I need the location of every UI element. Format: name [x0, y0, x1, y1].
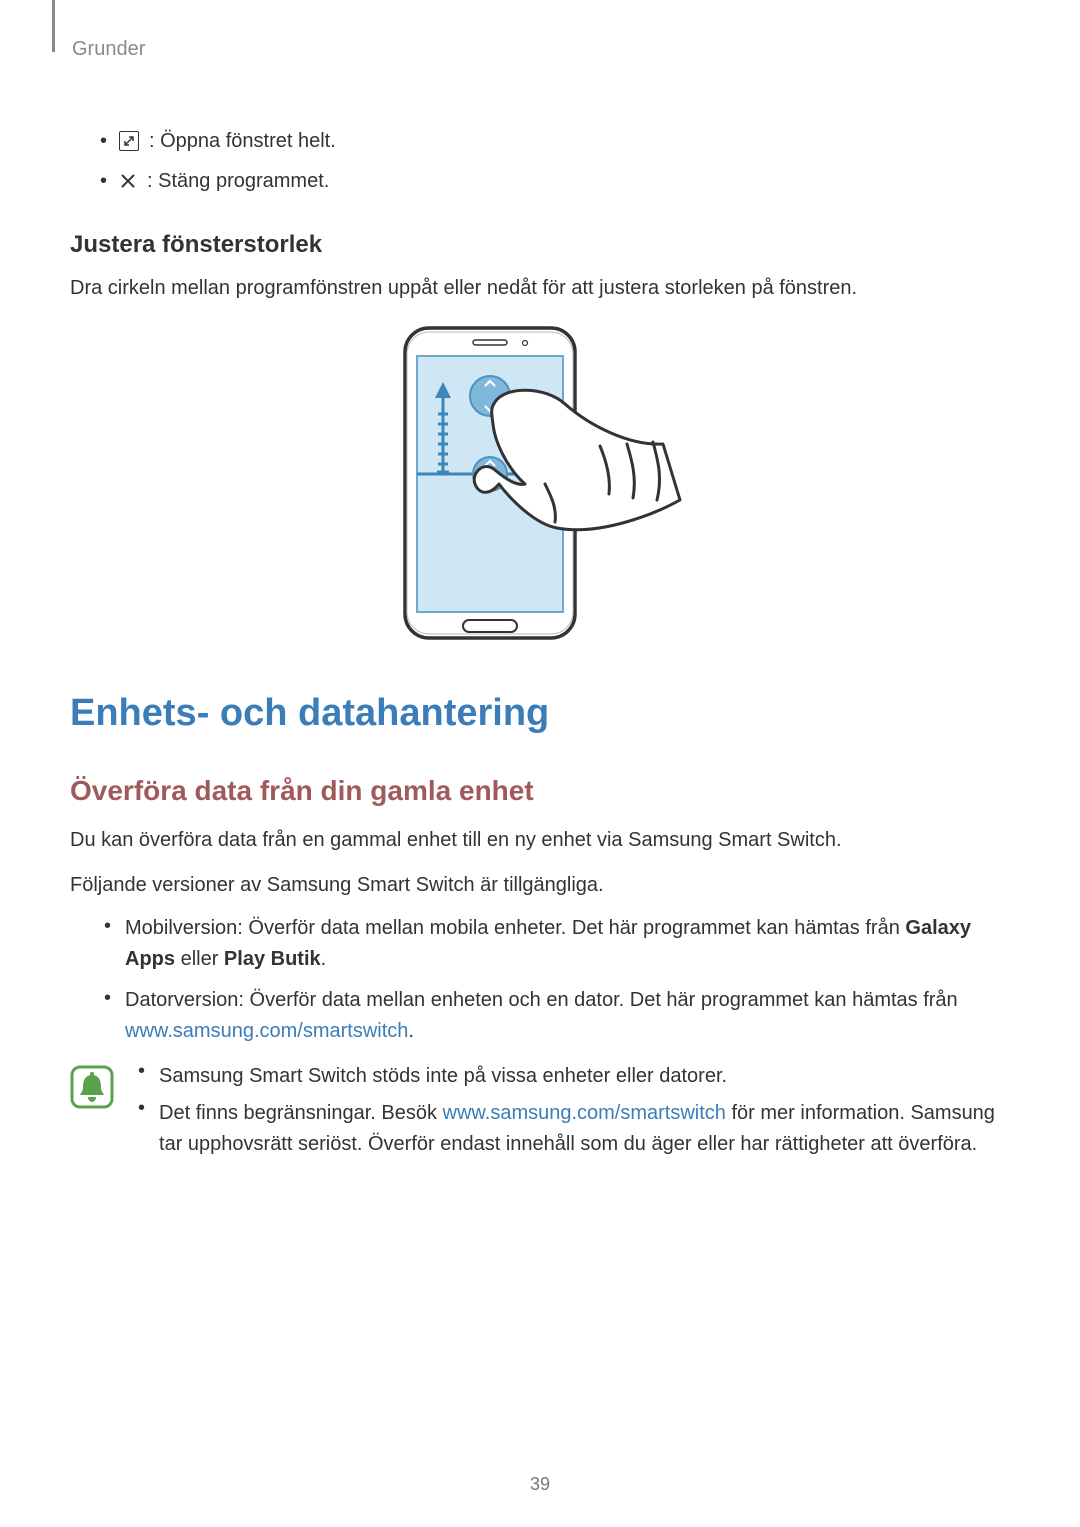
- note-bell-icon: [70, 1065, 114, 1109]
- text: .: [408, 1020, 414, 1042]
- header-accent: [52, 0, 55, 52]
- section2-p1: Du kan överföra data från en gammal enhe…: [70, 825, 1010, 856]
- note-text: Samsung Smart Switch stöds inte på vissa…: [159, 1061, 727, 1092]
- text: eller: [175, 948, 224, 970]
- close-icon-desc: : Stäng programmet.: [147, 161, 329, 201]
- bullet-dot: •: [104, 988, 111, 1047]
- smartswitch-link[interactable]: www.samsung.com/smartswitch: [125, 1020, 408, 1042]
- icon-legend-expand: • : Öppna fönstret helt.: [100, 121, 1010, 161]
- icon-legend-list: • : Öppna fönstret helt. • : Stäng progr…: [100, 121, 1010, 201]
- note-list: • Samsung Smart Switch stöds inte på vis…: [138, 1061, 1010, 1166]
- section2-p2: Följande versioner av Samsung Smart Swit…: [70, 870, 1010, 901]
- text: .: [321, 948, 327, 970]
- phone-gesture-figure: [70, 324, 1010, 642]
- page-number: 39: [0, 1474, 1080, 1495]
- text: Det finns begränsningar. Besök: [159, 1102, 443, 1124]
- list-item: • Samsung Smart Switch stöds inte på vis…: [138, 1061, 1010, 1092]
- expand-icon: [119, 131, 139, 151]
- bullet-dot: •: [100, 131, 107, 151]
- list-item: • Mobilversion: Överför data mellan mobi…: [104, 913, 1010, 975]
- main-heading: Enhets- och datahantering: [70, 692, 1010, 735]
- section1-body: Dra cirkeln mellan programfönstren uppåt…: [70, 273, 1010, 304]
- bullet-dot: •: [104, 916, 111, 975]
- text: Datorversion: Överför data mellan enhete…: [125, 989, 958, 1011]
- section-heading-adjust-size: Justera fönsterstorlek: [70, 231, 1010, 259]
- close-icon: [119, 172, 137, 190]
- icon-legend-close: • : Stäng programmet.: [100, 161, 1010, 201]
- bullet-dot: •: [100, 171, 107, 191]
- text: Mobilversion: Överför data mellan mobila…: [125, 917, 905, 939]
- version-list: • Mobilversion: Överför data mellan mobi…: [104, 913, 1010, 1047]
- page-header: Grunder: [72, 38, 1010, 61]
- list-item: • Datorversion: Överför data mellan enhe…: [104, 985, 1010, 1047]
- bold-text: Play Butik: [224, 948, 321, 970]
- expand-icon-desc: : Öppna fönstret helt.: [149, 121, 336, 161]
- note-block: • Samsung Smart Switch stöds inte på vis…: [70, 1061, 1010, 1166]
- bullet-dot: •: [138, 1098, 145, 1160]
- list-item-text: Datorversion: Överför data mellan enhete…: [125, 985, 1010, 1047]
- section2-heading: Överföra data från din gamla enhet: [70, 775, 1010, 807]
- note-text: Det finns begränsningar. Besök www.samsu…: [159, 1098, 1010, 1160]
- list-item: • Det finns begränsningar. Besök www.sam…: [138, 1098, 1010, 1160]
- smartswitch-link[interactable]: www.samsung.com/smartswitch: [443, 1102, 726, 1124]
- bullet-dot: •: [138, 1061, 145, 1092]
- list-item-text: Mobilversion: Överför data mellan mobila…: [125, 913, 1010, 975]
